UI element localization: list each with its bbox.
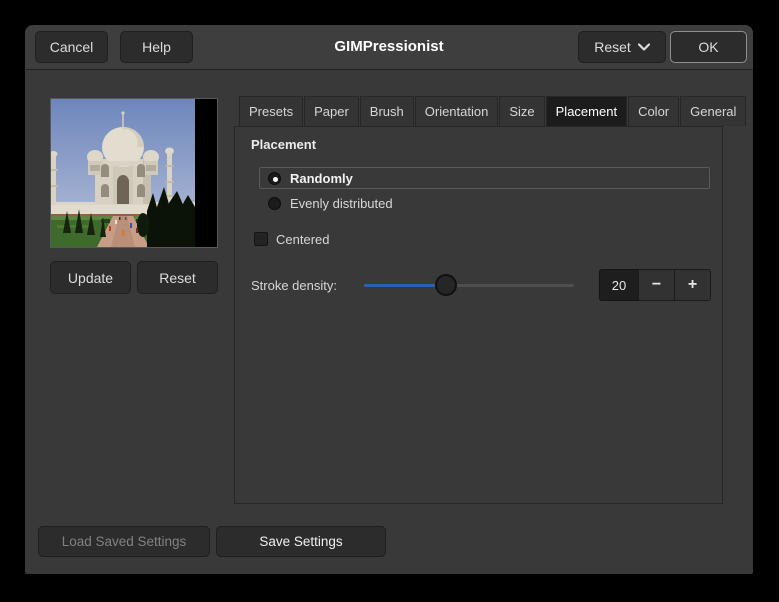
stroke-density-slider[interactable] (364, 274, 574, 296)
preview-image (49, 98, 218, 248)
preview-reset-button[interactable]: Reset (137, 261, 218, 294)
tab-placement[interactable]: Placement (545, 96, 628, 126)
tab-paper[interactable]: Paper (304, 96, 359, 126)
radio-unselected-icon (268, 197, 281, 210)
centered-label: Centered (276, 231, 330, 247)
tab-presets[interactable]: Presets (239, 96, 304, 126)
chevron-down-icon (637, 43, 650, 51)
stroke-density-value-field[interactable]: 20 (599, 269, 639, 301)
stroke-density-label: Stroke density: (251, 278, 337, 293)
centered-checkbox-row[interactable]: Centered (254, 231, 329, 247)
update-button[interactable]: Update (50, 261, 131, 294)
load-saved-settings-button[interactable]: Load Saved Settings (38, 526, 210, 557)
tab-orientation[interactable]: Orientation (414, 96, 499, 126)
settings-notebook: Presets Paper Brush Orientation Size Pla… (234, 96, 747, 504)
tab-color[interactable]: Color (628, 96, 680, 126)
tab-size[interactable]: Size (499, 96, 545, 126)
decrement-button[interactable]: − (638, 269, 675, 301)
radio-selected-icon (268, 171, 281, 185)
tab-bar: Presets Paper Brush Orientation Size Pla… (234, 96, 747, 126)
checkbox-icon (254, 232, 268, 246)
header-bar: Cancel Help GIMPressionist Reset OK (25, 25, 753, 70)
placement-heading: Placement (251, 137, 317, 152)
gimpressionist-dialog: Cancel Help GIMPressionist Reset OK Upda… (25, 25, 753, 574)
radio-randomly-label: Randomly (290, 170, 353, 186)
increment-button[interactable]: + (674, 269, 711, 301)
radio-evenly-label: Evenly distributed (290, 196, 393, 211)
reset-dropdown-button[interactable]: Reset (578, 31, 666, 63)
tab-general[interactable]: General (680, 96, 747, 126)
stroke-density-spinner: 20 − + (599, 269, 711, 301)
ok-button[interactable]: OK (670, 31, 747, 63)
reset-dropdown-label: Reset (594, 39, 631, 55)
placement-panel: Placement Randomly Evenly distributed Ce… (234, 126, 723, 504)
stroke-density-slider-fill (364, 284, 446, 287)
save-settings-button[interactable]: Save Settings (216, 526, 386, 557)
stroke-density-slider-handle[interactable] (434, 274, 457, 296)
tab-brush[interactable]: Brush (359, 96, 414, 126)
radio-randomly[interactable]: Randomly (259, 167, 710, 189)
taj-mahal-photo (49, 99, 217, 247)
radio-evenly-distributed[interactable]: Evenly distributed (259, 193, 393, 214)
